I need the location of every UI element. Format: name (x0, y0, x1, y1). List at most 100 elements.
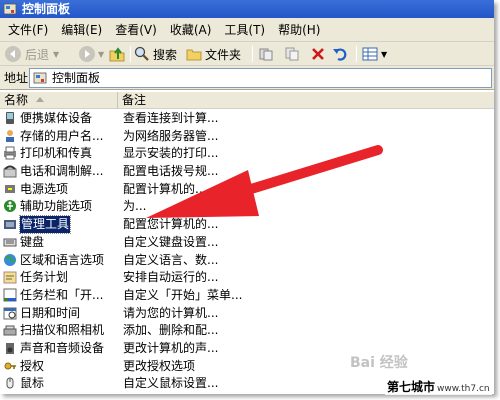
move-to-button[interactable] (258, 44, 274, 64)
address-value: 控制面板 (52, 71, 101, 85)
globe-icon (3, 253, 17, 267)
column-header-comment[interactable]: 备注 (118, 92, 494, 109)
up-folder-icon (108, 45, 126, 63)
list-item[interactable]: 任务栏和「开... 自定义「开始」菜单... (0, 287, 494, 305)
title-bar[interactable]: 控制面板 (0, 0, 494, 18)
item-comment: 查看连接到计算... (123, 111, 219, 125)
views-dropdown-icon[interactable]: ▼ (381, 50, 387, 59)
menu-edit[interactable]: 编辑(E) (57, 19, 111, 41)
item-comment: 更改计算机的声... (123, 340, 219, 355)
folder-icon (186, 46, 202, 62)
folders-button[interactable]: 文件夹 (186, 44, 241, 64)
item-comment: 安装或删除程序... (123, 393, 218, 394)
delete-button[interactable] (310, 44, 326, 64)
list-item[interactable]: 区域和语言选项 自定义语言、数... (0, 252, 494, 270)
search-icon (134, 46, 150, 62)
back-button[interactable]: 后退 ▼ (4, 44, 59, 64)
item-name: 日期和时间 (20, 305, 81, 320)
list-item[interactable]: 便携媒体设备 查看连接到计算... (0, 110, 494, 128)
list-item[interactable]: 任务计划 安排自动运行的... (0, 269, 494, 287)
sort-ascending-icon (36, 97, 44, 102)
item-name: 辅助功能选项 (20, 199, 93, 214)
site-watermark-name: 第七城市 (387, 380, 436, 394)
list-item[interactable]: 电源选项 配置计算机的... (0, 181, 494, 199)
list-item[interactable]: 管理工具 配置您计算机的... (0, 215, 494, 235)
toolbar: 后退 ▼ ▼ 搜索 文件夹 ▼ (0, 42, 494, 66)
delete-x-icon (310, 46, 326, 62)
item-comment: 添加、删除和配... (123, 323, 219, 338)
portable-media-icon (3, 111, 17, 125)
list-item[interactable]: 声音和音频设备 更改计算机的声... (0, 340, 494, 358)
menu-file[interactable]: 文件(F) (4, 19, 57, 41)
site-watermark-url: www.th7.cn (437, 384, 490, 394)
item-name: 任务栏和「开... (20, 287, 104, 302)
menu-bar: 文件(F) 编辑(E) 查看(V) 收藏(A) 工具(T) 帮助(H) (0, 18, 494, 42)
list-item[interactable]: 日期和时间 请为您的计算机... (0, 305, 494, 323)
views-grid-icon (362, 46, 380, 62)
menu-view[interactable]: 查看(V) (111, 19, 166, 41)
menu-help[interactable]: 帮助(H) (274, 19, 329, 41)
back-dropdown-icon[interactable]: ▼ (53, 50, 59, 59)
item-name: 任务计划 (20, 270, 69, 285)
list-item[interactable]: 键盘 自定义键盘设置... (0, 234, 494, 252)
up-folder-button[interactable] (108, 44, 126, 64)
item-name: 电源选项 (20, 181, 69, 196)
address-bar: 地址(D) 控制面板 (0, 66, 494, 90)
copy-to-icon (284, 46, 300, 62)
item-name: 鼠标 (20, 376, 45, 391)
taskbar-icon (3, 288, 17, 302)
search-label: 搜索 (153, 47, 178, 62)
forward-dropdown-icon[interactable]: ▼ (98, 50, 104, 59)
item-comment: 自定义语言、数... (123, 252, 219, 267)
item-comment: 配置电话拨号规... (123, 164, 219, 179)
list-header: 名称 备注 (0, 92, 494, 109)
site-watermark: 第七城市 www.th7.cn (385, 379, 492, 395)
menu-favorites[interactable]: 收藏(A) (166, 19, 221, 41)
list-item[interactable]: 辅助功能选项 为... (0, 198, 494, 216)
column-comment-label: 备注 (122, 93, 147, 107)
item-comment: 为... (123, 199, 147, 214)
explorer-window: 控制面板 文件(F) 编辑(E) 查看(V) 收藏(A) 工具(T) 帮助(H)… (0, 0, 494, 394)
list-item[interactable]: 授权 更改授权选项 (0, 358, 494, 376)
forward-button[interactable]: ▼ (78, 44, 104, 64)
undo-icon (332, 46, 348, 62)
item-name: 添加或删除程序 (20, 393, 104, 394)
search-button[interactable]: 搜索 (134, 44, 177, 64)
admin-tools-icon (3, 217, 17, 231)
item-comment: 请为您的计算机... (123, 305, 219, 320)
scanner-icon (3, 323, 17, 337)
keyboard-icon (3, 235, 17, 249)
item-comment: 安排自动运行的... (123, 270, 219, 285)
item-comment: 为网络服务器管... (123, 128, 219, 143)
item-name: 便携媒体设备 (20, 111, 93, 125)
accessibility-icon (3, 199, 17, 213)
item-comment: 更改授权选项 (123, 358, 196, 373)
item-name: 打印机和传真 (20, 146, 93, 161)
address-input[interactable]: 控制面板 (29, 68, 492, 88)
mouse-icon (3, 376, 17, 390)
calendar-icon (3, 306, 17, 320)
folders-label: 文件夹 (205, 47, 242, 62)
menu-tools[interactable]: 工具(T) (220, 19, 274, 41)
item-comment: 配置计算机的... (123, 181, 207, 196)
back-arrow-icon (4, 45, 22, 63)
column-header-name[interactable]: 名称 (0, 92, 118, 109)
item-name: 存储的用户名... (20, 128, 104, 143)
undo-button[interactable] (332, 44, 348, 64)
item-comment: 自定义鼠标设置... (123, 376, 219, 391)
column-name-label: 名称 (4, 93, 29, 107)
list-item[interactable]: 扫描仪和照相机 添加、删除和配... (0, 322, 494, 340)
item-comment: 自定义键盘设置... (123, 234, 219, 249)
license-icon (3, 359, 17, 373)
control-panel-icon (3, 2, 17, 16)
list-item[interactable]: 打印机和传真 显示安装的打印... (0, 145, 494, 163)
list-item[interactable]: 存储的用户名... 为网络服务器管... (0, 128, 494, 146)
item-list: 便携媒体设备 查看连接到计算... 存储的用户名... 为网络服务器管... 打印机和传… (0, 110, 494, 394)
back-label: 后退 (25, 47, 50, 62)
list-item[interactable]: 电话和调制解... 配置电话拨号规... (0, 163, 494, 181)
item-name: 扫描仪和照相机 (20, 323, 105, 338)
copy-to-button[interactable] (284, 44, 300, 64)
phone-icon (3, 164, 17, 178)
window-title: 控制面板 (22, 2, 71, 16)
views-button[interactable]: ▼ (362, 44, 387, 64)
